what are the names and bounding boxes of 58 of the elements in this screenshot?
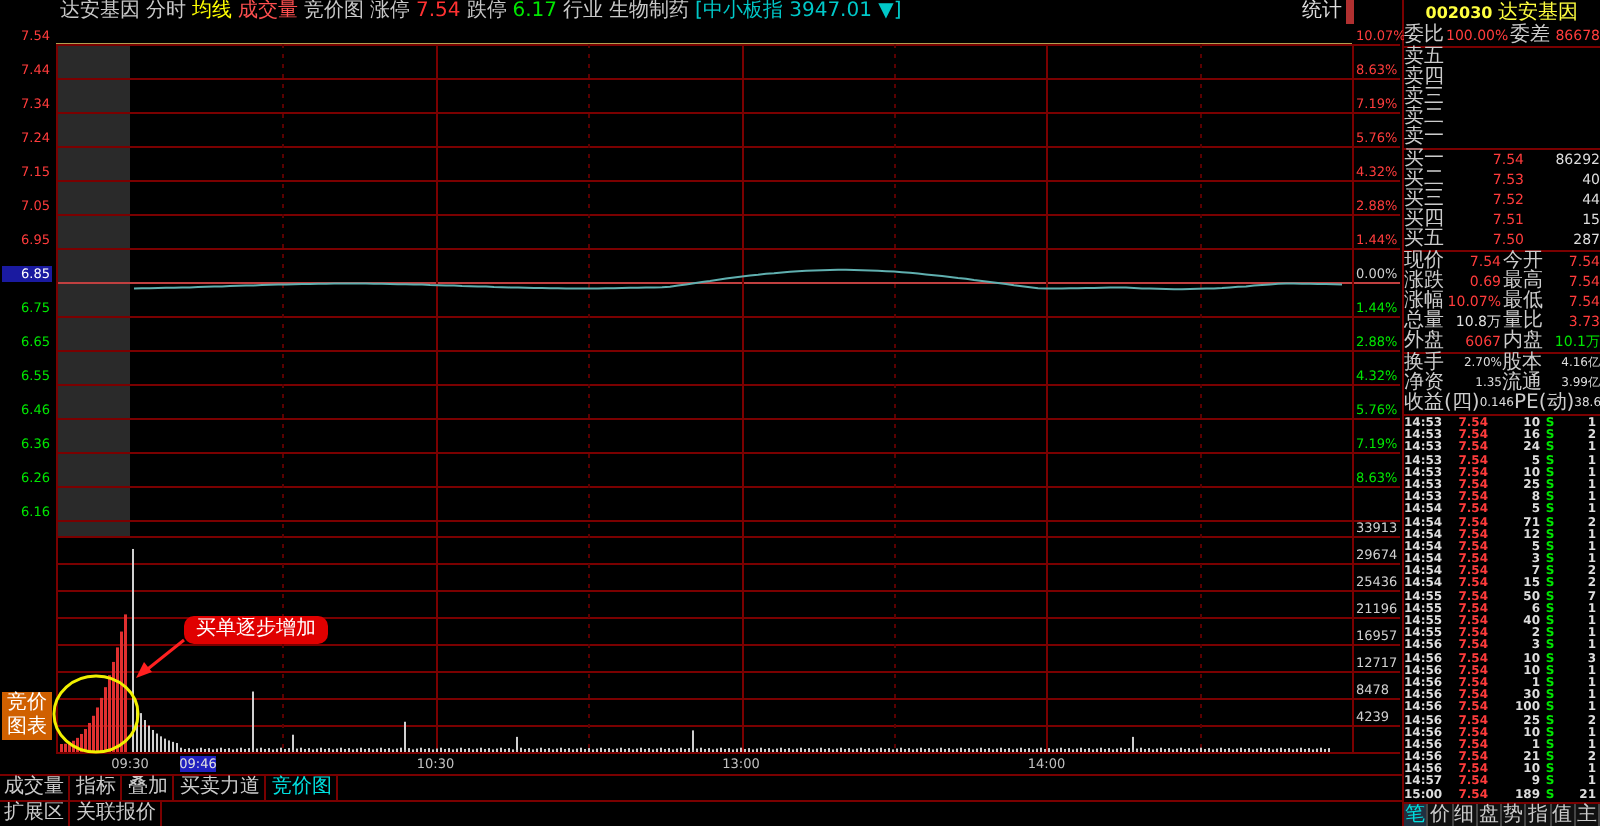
field-label: 股本: [1502, 354, 1542, 374]
field-label: 委比: [1404, 26, 1444, 46]
panel-tab[interactable]: 值: [1551, 804, 1576, 826]
highlight-circle: [52, 674, 140, 754]
toolbar-text: 7.54: [416, 0, 461, 24]
arrow: [136, 638, 185, 678]
toolbar-text: [中小板指 3947.01 ▼]: [695, 0, 902, 24]
order-label: 买二: [1404, 170, 1444, 190]
panel-tab[interactable]: 细: [1453, 804, 1478, 826]
order-label: 买四: [1404, 210, 1444, 230]
toolbar-text: 分时: [146, 0, 186, 24]
field-label: 换手: [1404, 354, 1444, 374]
extension-tab[interactable]: 扩展区: [0, 802, 70, 826]
indicator-tab[interactable]: 买卖力道: [176, 776, 266, 800]
order-label: 买一: [1404, 150, 1444, 170]
stock-code: 002030: [1425, 3, 1493, 23]
field-label: 收益(四): [1404, 394, 1480, 414]
panel-tab[interactable]: 势: [1502, 804, 1527, 826]
order-label: 卖一: [1404, 128, 1444, 148]
order-label: 卖四: [1404, 68, 1444, 88]
toolbar-text: 6.17: [512, 0, 558, 24]
field-label: 最低: [1503, 292, 1543, 312]
field-label: PE(动): [1514, 394, 1575, 414]
panel-tab[interactable]: 盘: [1477, 804, 1502, 826]
toolbar-text: 行业: [563, 0, 604, 24]
order-label: 买三: [1404, 190, 1444, 210]
field-label: 委差: [1510, 26, 1551, 46]
panel-tab[interactable]: 价: [1428, 804, 1453, 826]
field-label: 涨跌: [1404, 272, 1444, 292]
field-label: 现价: [1404, 252, 1444, 272]
order-label: 买五: [1404, 230, 1444, 250]
order-label: 卖三: [1404, 88, 1444, 108]
panel-tab[interactable]: 指: [1526, 804, 1551, 826]
indicator-tab[interactable]: 叠加: [124, 776, 174, 800]
toolbar-text: 涨停: [370, 0, 410, 24]
extension-tab[interactable]: 关联报价: [72, 802, 162, 826]
order-label: 卖二: [1404, 108, 1444, 128]
indicator-tab[interactable]: 指标: [72, 776, 122, 800]
indicator-tab[interactable]: 竞价图: [268, 776, 338, 800]
field-label: 量比: [1503, 312, 1543, 332]
field-label: 内盘: [1503, 332, 1543, 352]
auction-button[interactable]: 竞价图表: [2, 692, 52, 740]
field-label: 流通: [1502, 374, 1542, 394]
field-label: 总量: [1404, 312, 1444, 332]
stock-name: 达安基因: [1498, 3, 1579, 23]
toolbar-text: 均线: [192, 0, 232, 24]
panel-tab[interactable]: 笔: [1404, 804, 1429, 826]
indicator-tab[interactable]: 成交量: [0, 776, 70, 800]
panel-tab[interactable]: 主: [1575, 804, 1600, 826]
field-label: 涨幅: [1404, 292, 1444, 312]
order-label: 卖五: [1404, 48, 1444, 68]
field-label: 今开: [1503, 252, 1543, 272]
field-label: 净资: [1404, 374, 1444, 394]
toolbar-text: 跌停: [466, 0, 507, 24]
callout-label: 买单逐步增加: [184, 616, 328, 644]
field-label: 外盘: [1404, 332, 1444, 352]
field-label: 最高: [1503, 272, 1543, 292]
toolbar-text: 生物制药: [609, 0, 690, 24]
